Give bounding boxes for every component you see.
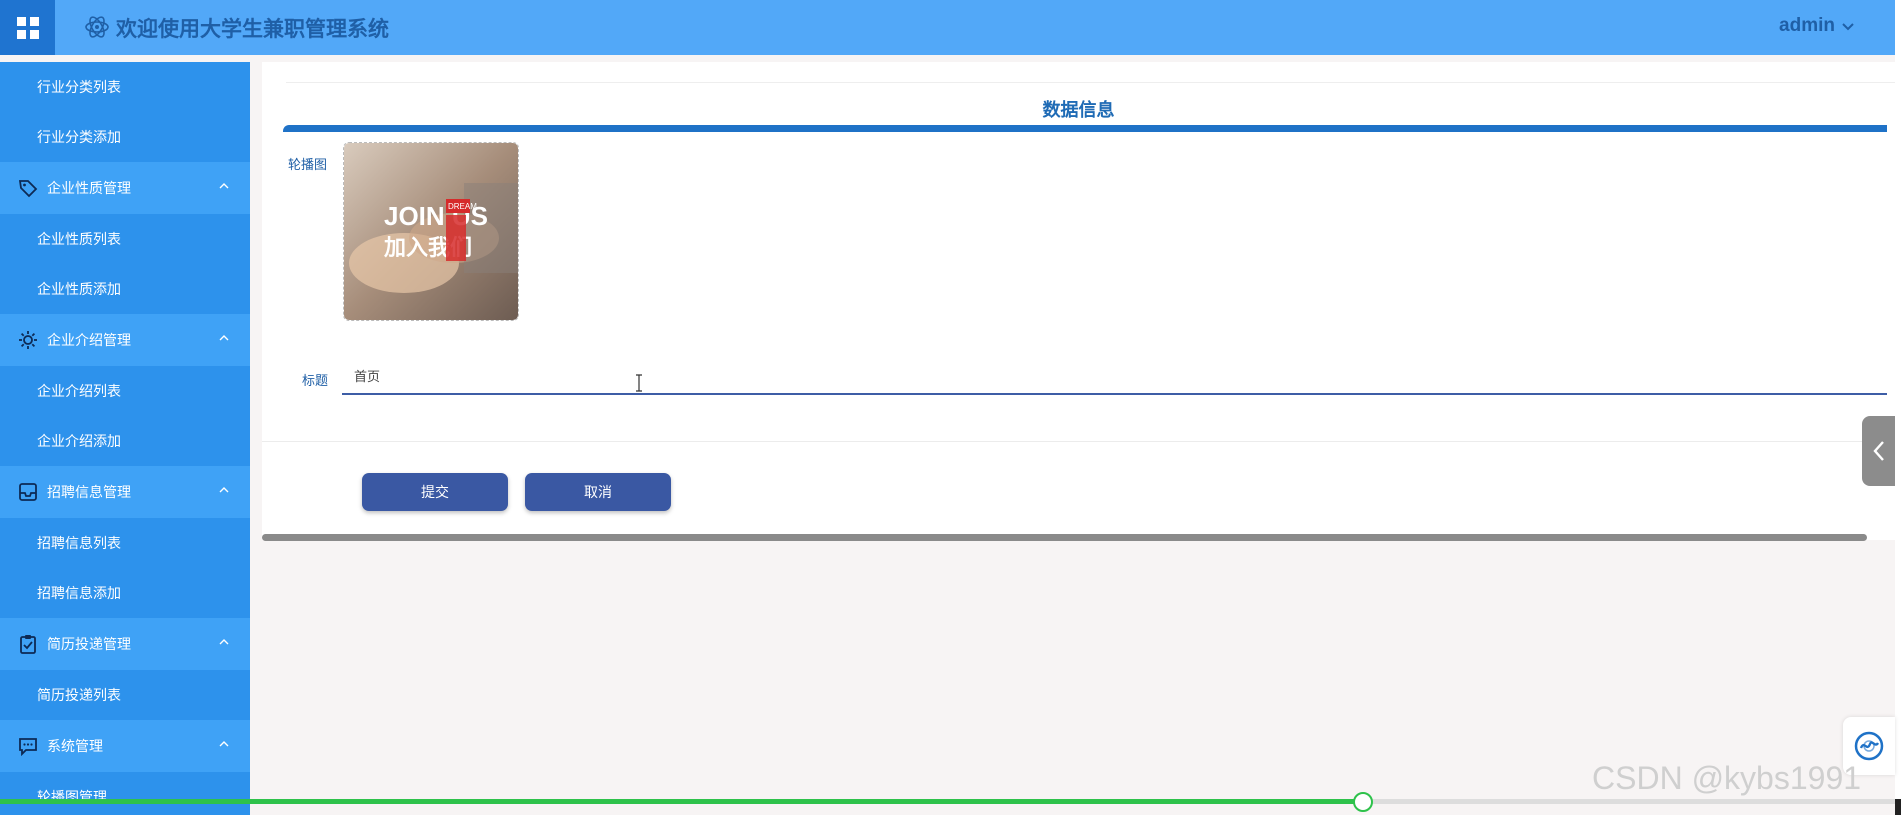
horizontal-scrollbar[interactable] (262, 534, 1867, 541)
sidebar-group-label: 简历投递管理 (47, 636, 131, 652)
corner-mark (1895, 799, 1901, 815)
sidebar-item-banner-manage[interactable]: 轮播图管理 (0, 772, 250, 815)
gear-icon (19, 331, 37, 349)
chevron-left-icon (1872, 441, 1884, 461)
sidebar-item-label: 企业介绍添加 (37, 433, 121, 449)
clipboard-check-icon (20, 635, 36, 654)
assistant-icon (1854, 731, 1884, 761)
sidebar-item-industry-add[interactable]: 行业分类添加 (0, 112, 250, 162)
chevron-down-icon (1842, 23, 1854, 31)
sidebar-item-label: 招聘信息添加 (37, 585, 121, 601)
sidebar-item-resume-list[interactable]: 简历投递列表 (0, 670, 250, 720)
form-panel: 数据信息 轮播图 JOIN US 加入我们 DREAM 标题 首页 提交 取消 (262, 62, 1895, 541)
sidebar-group-label: 企业性质管理 (47, 180, 131, 196)
sidebar-item-recruitment-list[interactable]: 招聘信息列表 (0, 518, 250, 568)
video-progress-bar[interactable] (0, 792, 1895, 812)
sidebar-item-label: 轮播图管理 (37, 789, 107, 805)
chevron-up-icon (219, 183, 229, 189)
sidebar-group-system[interactable]: 系统管理 (0, 720, 250, 772)
sidebar-item-label: 行业分类列表 (37, 79, 121, 95)
sidebar-item-company-nature-list[interactable]: 企业性质列表 (0, 214, 250, 264)
window-edge (1895, 0, 1901, 815)
menu-toggle-button[interactable] (0, 0, 55, 55)
chevron-up-icon (219, 335, 229, 341)
sidebar-item-company-nature-add[interactable]: 企业性质添加 (0, 264, 250, 314)
sidebar-item-label: 企业介绍列表 (37, 383, 121, 399)
sidebar-item-label: 简历投递列表 (37, 687, 121, 703)
sidebar: 行业分类列表 行业分类添加 企业性质管理 企业性质列表 企业性质添加 企业介绍管 (0, 62, 250, 815)
sidebar-item-label: 企业性质添加 (37, 281, 121, 297)
sidebar-item-label: 企业性质列表 (37, 231, 121, 247)
divider (286, 82, 1895, 83)
cancel-button[interactable]: 取消 (525, 473, 671, 511)
sidebar-group-resume[interactable]: 简历投递管理 (0, 618, 250, 670)
sidebar-group-label: 招聘信息管理 (47, 484, 131, 500)
sidebar-group-label: 企业介绍管理 (47, 332, 131, 348)
sidebar-item-recruitment-add[interactable]: 招聘信息添加 (0, 568, 250, 618)
sidebar-item-label: 行业分类添加 (37, 129, 121, 145)
text-cursor-icon (636, 374, 642, 392)
top-bar: 欢迎使用大学生兼职管理系统 admin (0, 0, 1895, 55)
banner-label: 轮播图 (288, 157, 328, 172)
grid-icon (16, 16, 39, 39)
tag-icon (18, 180, 38, 198)
svg-text:DREAM: DREAM (448, 202, 477, 211)
sidebar-item-industry-list[interactable]: 行业分类列表 (0, 62, 250, 112)
chevron-up-icon (219, 639, 229, 645)
sidebar-group-recruitment[interactable]: 招聘信息管理 (0, 466, 250, 518)
title-label: 标题 (302, 373, 329, 388)
sidebar-item-label: 招聘信息列表 (37, 535, 121, 551)
divider (262, 441, 1895, 442)
chevron-up-icon (219, 741, 229, 747)
submit-button[interactable]: 提交 (362, 473, 508, 511)
username: admin (1779, 15, 1835, 36)
section-title: 数据信息 (1042, 100, 1115, 120)
sidebar-group-company-intro[interactable]: 企业介绍管理 (0, 314, 250, 366)
sidebar-group-label: 系统管理 (47, 738, 103, 754)
banner-image: JOIN US 加入我们 DREAM (344, 143, 518, 320)
title-input[interactable] (342, 357, 1887, 395)
chevron-up-icon (219, 487, 229, 493)
video-progress-knob[interactable] (1352, 792, 1373, 812)
section-title-bar (283, 125, 1887, 132)
sidebar-group-company-nature[interactable]: 企业性质管理 (0, 162, 250, 214)
app-title: 欢迎使用大学生兼职管理系统 (116, 18, 389, 41)
user-menu[interactable]: admin (1779, 15, 1855, 37)
message-icon (19, 738, 37, 756)
inbox-icon (19, 483, 37, 501)
video-progress-fill (0, 799, 1361, 804)
sidebar-item-company-intro-add[interactable]: 企业介绍添加 (0, 416, 250, 466)
watermark: CSDN @kybs1991 (1592, 760, 1862, 796)
side-collapse-tab[interactable] (1862, 416, 1895, 486)
banner-image-upload[interactable]: JOIN US 加入我们 DREAM (343, 142, 519, 321)
sidebar-item-company-intro-list[interactable]: 企业介绍列表 (0, 366, 250, 416)
atom-logo-icon (85, 16, 109, 38)
